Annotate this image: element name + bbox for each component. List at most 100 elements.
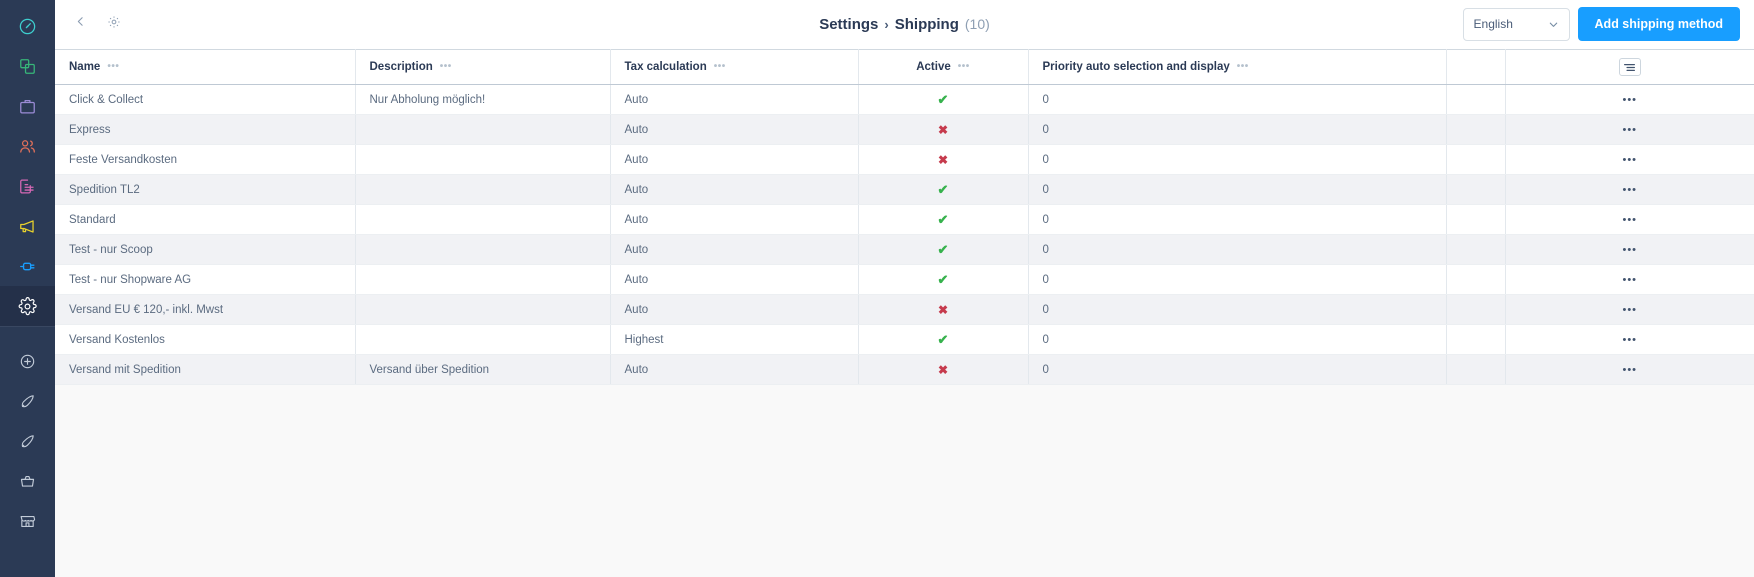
cell-description: Nur Abholung möglich! <box>355 84 611 115</box>
table-row[interactable]: Versand mit Spedition Versand über Spedit… <box>55 354 1754 385</box>
row-context-menu-icon[interactable]: ••• <box>1622 124 1637 136</box>
cell-row-actions: ••• <box>1505 264 1754 295</box>
row-context-menu-icon[interactable]: ••• <box>1622 154 1637 166</box>
cell-spacer <box>1446 84 1506 115</box>
cell-active: ✖ <box>858 144 1029 175</box>
row-context-menu-icon[interactable]: ••• <box>1622 184 1637 196</box>
cell-name: Test - nur Shopware AG <box>55 264 356 295</box>
cell-active: ✖ <box>858 294 1029 325</box>
table-row[interactable]: Test - nur Shopware AG Auto ✔ 0 ••• <box>55 264 1754 295</box>
content-document-icon <box>18 177 37 196</box>
row-context-menu-icon[interactable]: ••• <box>1622 304 1637 316</box>
speedometer-icon <box>18 17 37 36</box>
sidebar-item-store[interactable] <box>0 501 55 541</box>
cell-priority: 0 <box>1028 84 1447 115</box>
sidebar-item-sales-channel-rocket-2[interactable] <box>0 421 55 461</box>
sidebar-item-sales-channel-rocket-1[interactable] <box>0 381 55 421</box>
sidebar-item-customers[interactable] <box>0 126 55 166</box>
table-row[interactable]: Standard Auto ✔ 0 ••• <box>55 204 1754 235</box>
cell-tax-calculation: Auto <box>610 204 859 235</box>
breadcrumb-root[interactable]: Settings <box>819 16 878 33</box>
column-header-description-label: Description <box>369 61 433 73</box>
active-yes-icon: ✔ <box>937 91 949 107</box>
column-header-active[interactable]: Active ••• <box>858 49 1029 85</box>
row-context-menu-icon[interactable]: ••• <box>1622 334 1637 346</box>
table-row[interactable]: Versand Kostenlos Highest ✔ 0 ••• <box>55 324 1754 355</box>
language-select[interactable]: English <box>1462 7 1570 41</box>
smart-bar: Settings › Shipping (10) English Add shi… <box>55 0 1754 49</box>
cell-name: Express <box>55 114 356 145</box>
cell-priority: 0 <box>1028 354 1447 385</box>
cell-name: Standard <box>55 204 356 235</box>
sidebar-item-extensions[interactable] <box>0 246 55 286</box>
column-header-active-label: Active <box>916 61 951 73</box>
sidebar-item-orders[interactable] <box>0 86 55 126</box>
cell-spacer <box>1446 324 1506 355</box>
breadcrumb-separator-icon: › <box>884 16 889 32</box>
cell-name: Feste Versandkosten <box>55 144 356 175</box>
table-row[interactable]: Click & Collect Nur Abholung möglich! Auto… <box>55 84 1754 115</box>
cell-row-actions: ••• <box>1505 174 1754 205</box>
table-row[interactable]: Test - nur Scoop Auto ✔ 0 ••• <box>55 234 1754 265</box>
cell-spacer <box>1446 264 1506 295</box>
table-body: Click & Collect Nur Abholung möglich! Auto… <box>55 84 1754 385</box>
column-header-description[interactable]: Description ••• <box>355 49 611 85</box>
column-menu-icon[interactable]: ••• <box>958 62 970 72</box>
shipping-methods-table-container: Name ••• Description ••• Tax calculation… <box>55 49 1754 577</box>
cell-description <box>355 144 611 175</box>
cell-spacer <box>1446 294 1506 325</box>
column-header-name-label: Name <box>69 61 101 73</box>
row-context-menu-icon[interactable]: ••• <box>1622 214 1637 226</box>
column-menu-icon[interactable]: ••• <box>1237 62 1249 72</box>
cell-priority: 0 <box>1028 114 1447 145</box>
main-sidebar <box>0 0 55 577</box>
sidebar-item-settings[interactable] <box>0 286 55 326</box>
breadcrumb-current: Shipping <box>894 15 959 33</box>
row-context-menu-icon[interactable]: ••• <box>1622 274 1637 286</box>
back-button[interactable] <box>67 11 93 37</box>
cell-active: ✔ <box>858 234 1029 265</box>
list-settings-icon[interactable] <box>1618 58 1641 76</box>
cell-name: Versand EU € 120,- inkl. Mwst <box>55 294 356 325</box>
active-yes-icon: ✔ <box>937 241 949 257</box>
active-yes-icon: ✔ <box>937 181 949 197</box>
cell-name: Click & Collect <box>55 84 356 115</box>
breadcrumb: Settings › Shipping (10) <box>819 16 990 33</box>
table-row[interactable]: Feste Versandkosten Auto ✖ 0 ••• <box>55 144 1754 175</box>
active-no-icon: ✖ <box>937 152 949 167</box>
cell-row-actions: ••• <box>1505 204 1754 235</box>
table-row[interactable]: Versand EU € 120,- inkl. Mwst Auto ✖ 0 ••• <box>55 294 1754 325</box>
cell-row-actions: ••• <box>1505 234 1754 265</box>
column-header-actions <box>1505 49 1754 85</box>
column-header-priority-label: Priority auto selection and display <box>1042 61 1230 73</box>
column-header-tax-calculation[interactable]: Tax calculation ••• <box>610 49 859 85</box>
column-menu-icon[interactable]: ••• <box>714 62 726 72</box>
add-shipping-method-button[interactable]: Add shipping method <box>1577 7 1740 41</box>
cell-description <box>355 174 611 205</box>
cell-priority: 0 <box>1028 264 1447 295</box>
column-header-name[interactable]: Name ••• <box>55 49 356 85</box>
plug-icon <box>18 257 37 276</box>
sidebar-item-dashboard[interactable] <box>0 6 55 46</box>
sidebar-item-content[interactable] <box>0 166 55 206</box>
settings-shortcut-button[interactable] <box>101 11 127 37</box>
active-no-icon: ✖ <box>937 362 949 377</box>
table-row[interactable]: Express Auto ✖ 0 ••• <box>55 114 1754 145</box>
sidebar-item-add[interactable] <box>0 341 55 381</box>
row-context-menu-icon[interactable]: ••• <box>1622 364 1637 376</box>
cell-active: ✔ <box>858 84 1029 115</box>
cell-active: ✔ <box>858 264 1029 295</box>
column-menu-icon[interactable]: ••• <box>107 62 119 72</box>
sidebar-item-marketing[interactable] <box>0 206 55 246</box>
column-menu-icon[interactable]: ••• <box>440 62 452 72</box>
cell-active: ✔ <box>858 204 1029 235</box>
column-header-priority[interactable]: Priority auto selection and display ••• <box>1028 49 1447 85</box>
sidebar-item-storefront-basket[interactable] <box>0 461 55 501</box>
cell-row-actions: ••• <box>1505 324 1754 355</box>
table-row[interactable]: Spedition TL2 Auto ✔ 0 ••• <box>55 174 1754 205</box>
cell-tax-calculation: Auto <box>610 264 859 295</box>
chevron-down-icon <box>1548 19 1559 30</box>
sidebar-item-catalogues[interactable] <box>0 46 55 86</box>
row-context-menu-icon[interactable]: ••• <box>1622 244 1637 256</box>
row-context-menu-icon[interactable]: ••• <box>1622 94 1637 106</box>
